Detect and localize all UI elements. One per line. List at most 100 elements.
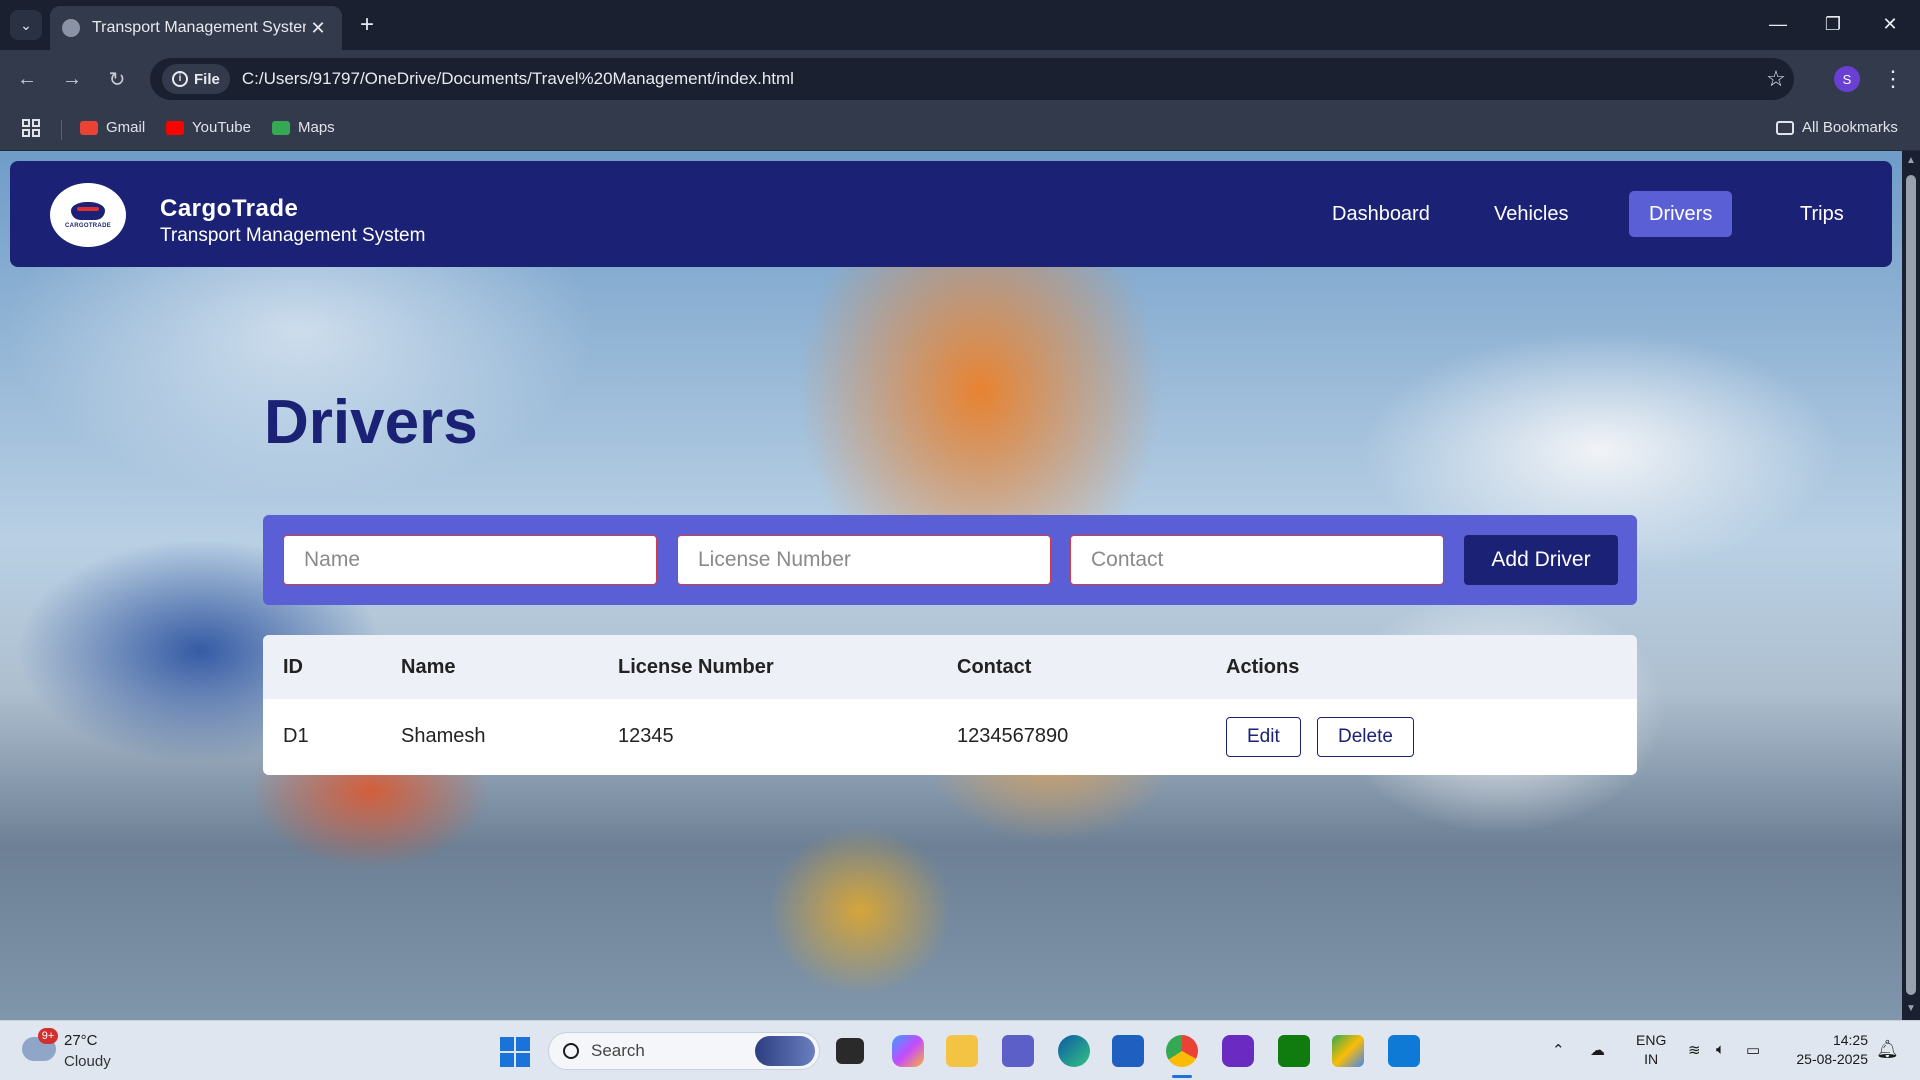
drivers-table: ID Name License Number Contact Actions D…: [263, 635, 1637, 775]
meet-icon[interactable]: [1332, 1035, 1364, 1067]
cell-contact: 1234567890: [957, 725, 1069, 747]
clock-date: 25-08-2025: [1796, 1051, 1868, 1067]
nav-vehicles[interactable]: Vehicles: [1474, 191, 1589, 237]
column-header-license: License Number: [618, 656, 774, 678]
youtube-icon: [166, 120, 184, 135]
windows-start-icon[interactable]: [500, 1037, 530, 1067]
task-view-icon[interactable]: [836, 1038, 864, 1064]
language-code: ENG: [1636, 1032, 1667, 1048]
folder-icon: [1776, 120, 1794, 135]
battery-icon[interactable]: ▭: [1746, 1041, 1760, 1059]
new-tab-button[interactable]: +: [352, 10, 382, 40]
bookmark-youtube[interactable]: YouTube: [166, 119, 251, 136]
add-driver-button[interactable]: Add Driver: [1464, 535, 1618, 585]
edge-icon[interactable]: [1058, 1035, 1090, 1067]
table-header-row: [263, 635, 1637, 699]
page-title: Drivers: [264, 388, 478, 457]
copilot-icon[interactable]: [892, 1035, 924, 1067]
bookmark-star-icon[interactable]: ☆: [1758, 66, 1794, 92]
search-highlight-image: [755, 1036, 815, 1066]
teams-icon[interactable]: [1002, 1035, 1034, 1067]
cell-id: D1: [283, 725, 309, 747]
all-bookmarks-button[interactable]: All Bookmarks: [1776, 119, 1898, 136]
wifi-icon[interactable]: ≋: [1688, 1041, 1701, 1059]
vscode-icon[interactable]: [1388, 1035, 1420, 1067]
xbox-icon[interactable]: [1278, 1035, 1310, 1067]
gmail-icon: [80, 120, 98, 135]
taskbar-search[interactable]: Search: [548, 1032, 820, 1070]
close-icon[interactable]: ✕: [306, 18, 330, 39]
bookmark-label: YouTube: [192, 119, 251, 136]
site-info-label: File: [194, 70, 220, 88]
license-number-input[interactable]: [677, 535, 1051, 585]
active-app-indicator: [1172, 1075, 1192, 1078]
site-info-chip[interactable]: i File: [162, 64, 230, 94]
globe-icon: [62, 19, 80, 37]
file-explorer-icon[interactable]: [946, 1035, 978, 1067]
column-header-id: ID: [283, 656, 303, 678]
name-input[interactable]: [283, 535, 657, 585]
add-driver-form: Add Driver: [263, 515, 1637, 605]
chrome-icon[interactable]: [1166, 1035, 1198, 1067]
app-header: CARGOTRADE CargoTrade Transport Manageme…: [10, 161, 1892, 267]
bookmark-maps[interactable]: Maps: [272, 119, 335, 136]
restore-button[interactable]: ❐: [1813, 8, 1853, 40]
back-arrow-icon[interactable]: ←: [10, 62, 44, 96]
system-clock[interactable]: 14:25 25-08-2025: [1786, 1031, 1868, 1069]
onedrive-cloud-icon[interactable]: ☁: [1590, 1041, 1605, 1059]
temperature: 27°C: [64, 1032, 98, 1049]
browser-toolbar: ← → ↻ i File C:/Users/91797/OneDrive/Doc…: [0, 50, 1920, 108]
scroll-down-arrow-icon[interactable]: ▼: [1905, 1003, 1917, 1014]
bookmark-label: Gmail: [106, 119, 146, 136]
page-scrollbar[interactable]: ▲ ▼: [1902, 151, 1920, 1020]
window-close-button[interactable]: ✕: [1870, 8, 1910, 40]
more-menu-icon[interactable]: ⋮: [1878, 62, 1908, 96]
address-bar[interactable]: i File C:/Users/91797/OneDrive/Documents…: [150, 58, 1794, 100]
tab-search-button[interactable]: ⌄: [10, 10, 42, 40]
edit-button[interactable]: Edit: [1226, 717, 1301, 757]
bookmarks-bar: Gmail YouTube Maps All Bookmarks: [0, 108, 1920, 151]
volume-icon[interactable]: 🔈︎: [1716, 1041, 1725, 1058]
browser-tab-strip: ⌄ Transport Management System ✕ + — ❐ ✕: [0, 0, 1920, 50]
brand-subtitle: Transport Management System: [160, 225, 426, 246]
browser-tab[interactable]: Transport Management System ✕: [50, 6, 342, 50]
url-text[interactable]: C:/Users/91797/OneDrive/Documents/Travel…: [242, 69, 1758, 89]
logo-text: CARGOTRADE: [65, 222, 111, 229]
forward-arrow-icon[interactable]: →: [55, 62, 89, 96]
microsoft-store-icon[interactable]: [1112, 1035, 1144, 1067]
cell-name: Shamesh: [401, 725, 486, 747]
nav-drivers[interactable]: Drivers: [1629, 191, 1733, 237]
bookmark-label: Maps: [298, 119, 335, 136]
tab-title: Transport Management System: [92, 19, 306, 36]
ship-icon: [71, 201, 105, 220]
cell-license: 12345: [618, 725, 674, 747]
delete-button[interactable]: Delete: [1317, 717, 1414, 757]
scrollbar-thumb[interactable]: [1906, 175, 1916, 995]
notification-bell-icon[interactable]: 🔔︎: [1876, 1039, 1899, 1060]
scroll-up-arrow-icon[interactable]: ▲: [1905, 155, 1917, 166]
apps-grid-icon[interactable]: [22, 119, 40, 137]
nav-trips[interactable]: Trips: [1780, 191, 1864, 237]
photos-icon[interactable]: [1222, 1035, 1254, 1067]
column-header-actions: Actions: [1226, 656, 1300, 678]
bookmark-gmail[interactable]: Gmail: [80, 119, 145, 136]
input-language[interactable]: ENG IN: [1636, 1031, 1666, 1069]
chevron-up-icon[interactable]: ⌃: [1552, 1041, 1565, 1059]
column-header-name: Name: [401, 656, 456, 678]
profile-avatar[interactable]: S: [1834, 66, 1860, 92]
search-icon: [563, 1043, 579, 1059]
column-header-contact: Contact: [957, 656, 1032, 678]
reload-icon[interactable]: ↻: [100, 62, 134, 96]
windows-taskbar: 9+ 27°C Cloudy Search ⌃ ☁ ENG IN ≋ 🔈︎ ▭ …: [0, 1020, 1920, 1080]
nav-dashboard[interactable]: Dashboard: [1312, 191, 1450, 237]
all-bookmarks-label: All Bookmarks: [1802, 119, 1898, 136]
contact-input[interactable]: [1070, 535, 1444, 585]
info-icon: i: [172, 71, 188, 87]
page-viewport: CARGOTRADE CargoTrade Transport Manageme…: [0, 151, 1902, 1020]
cargotrade-logo[interactable]: CARGOTRADE: [50, 183, 126, 247]
minimize-button[interactable]: —: [1758, 8, 1798, 40]
clock-time: 14:25: [1832, 1032, 1868, 1048]
bookmarks-divider: [61, 120, 62, 140]
region-code: IN: [1644, 1051, 1659, 1067]
brand-name: CargoTrade: [160, 195, 299, 222]
